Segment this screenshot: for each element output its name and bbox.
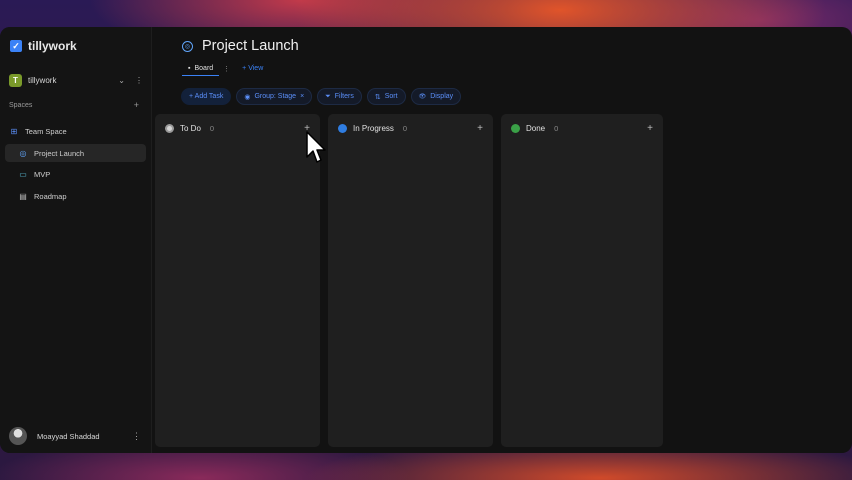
add-task-button[interactable]: + Add Task bbox=[181, 88, 232, 105]
add-space-button[interactable]: + bbox=[134, 101, 139, 110]
board-toolbar: + Add Task ◉ Group: Stage × ⏷ Filters ⇅ … bbox=[181, 88, 462, 105]
add-card-button[interactable]: + bbox=[477, 123, 483, 133]
grid-icon: ⊞ bbox=[10, 126, 18, 136]
user-menu[interactable]: Moayyad Shaddad ⋮ bbox=[9, 427, 141, 445]
status-dot-icon bbox=[511, 124, 520, 133]
close-icon[interactable]: × bbox=[300, 93, 304, 100]
app-window: ✓ tillywork T tillywork ⌄ ⋮ Spaces + ⊞ T… bbox=[0, 27, 852, 453]
add-card-button[interactable]: + bbox=[647, 123, 653, 133]
check-square-icon: ✓ bbox=[10, 40, 22, 52]
board-column-in-progress: In Progress 0 + bbox=[328, 114, 493, 447]
avatar bbox=[9, 427, 27, 445]
group-label: Group: Stage bbox=[254, 93, 297, 100]
column-header: To Do 0 + bbox=[165, 123, 310, 133]
column-count: 0 bbox=[209, 124, 215, 133]
column-count: 0 bbox=[554, 124, 559, 133]
sort-icon: ⇅ bbox=[374, 93, 381, 101]
view-tabs: ▪ Board ⋮ + View bbox=[182, 63, 275, 77]
sidebar: ✓ tillywork T tillywork ⌄ ⋮ Spaces + ⊞ T… bbox=[0, 27, 152, 453]
tab-board[interactable]: ▪ Board bbox=[182, 64, 220, 76]
column-title: In Progress bbox=[353, 124, 394, 133]
workspace-name: tillywork bbox=[28, 76, 57, 85]
board-column-to-do: To Do 0 + bbox=[155, 114, 320, 447]
filters-button[interactable]: ⏷ Filters bbox=[317, 88, 362, 105]
sort-button[interactable]: ⇅ Sort bbox=[366, 88, 406, 105]
page-header: ◎ Project Launch bbox=[182, 38, 299, 54]
more-vertical-icon[interactable]: ⋮ bbox=[132, 431, 141, 442]
board-column-done: Done 0 + bbox=[501, 114, 663, 447]
workspace-switcher[interactable]: T tillywork ⌄ ⋮ bbox=[9, 74, 143, 87]
group-by-button[interactable]: ◉ Group: Stage × bbox=[236, 88, 313, 105]
brand-name: tillywork bbox=[28, 39, 77, 53]
chevron-down-icon[interactable]: ⌄ bbox=[118, 76, 125, 85]
sidebar-item-team-space[interactable]: ⊞ Team Space bbox=[5, 122, 146, 140]
board-icon: ▭ bbox=[19, 169, 27, 179]
column-count: 0 bbox=[402, 124, 408, 133]
board-icon: ▪ bbox=[188, 64, 191, 72]
column-title: Done bbox=[526, 124, 546, 133]
group-icon: ◉ bbox=[244, 93, 251, 101]
eye-icon: 👁 bbox=[418, 94, 427, 100]
workspace-avatar: T bbox=[9, 74, 22, 87]
list-icon: ▤ bbox=[19, 191, 27, 201]
more-vertical-icon[interactable]: ⋮ bbox=[135, 76, 143, 85]
project-icon: ◎ bbox=[19, 148, 27, 158]
user-name: Moayyad Shaddad bbox=[37, 431, 100, 441]
add-view-button[interactable]: + View bbox=[234, 65, 275, 75]
status-dot-icon bbox=[165, 124, 174, 133]
sidebar-item-label: Project Launch bbox=[34, 148, 85, 158]
sidebar-item-label: Team Space bbox=[25, 126, 67, 136]
sort-label: Sort bbox=[384, 93, 398, 100]
tab-label: Board bbox=[194, 64, 214, 72]
brand[interactable]: ✓ tillywork bbox=[10, 39, 77, 53]
main-content: ◎ Project Launch ▪ Board ⋮ + View + Add … bbox=[152, 27, 852, 453]
spaces-header: Spaces + bbox=[9, 101, 139, 110]
display-button[interactable]: 👁 Display bbox=[410, 88, 462, 105]
tab-options-icon[interactable]: ⋮ bbox=[219, 65, 234, 76]
sidebar-item-roadmap[interactable]: ▤ Roadmap bbox=[5, 187, 146, 205]
page-title: Project Launch bbox=[202, 38, 299, 54]
project-icon: ◎ bbox=[182, 40, 193, 52]
mouse-pointer-icon bbox=[306, 131, 326, 163]
spaces-label: Spaces bbox=[9, 102, 33, 109]
column-header: In Progress 0 + bbox=[338, 123, 483, 133]
sidebar-item-mvp[interactable]: ▭ MVP bbox=[5, 165, 146, 183]
sidebar-item-label: Roadmap bbox=[34, 191, 67, 201]
sidebar-item-label: MVP bbox=[34, 169, 51, 179]
filters-label: Filters bbox=[334, 93, 354, 100]
display-label: Display bbox=[430, 93, 454, 100]
column-title: To Do bbox=[180, 124, 201, 133]
sidebar-item-project-launch[interactable]: ◎ Project Launch bbox=[5, 144, 146, 162]
column-header: Done 0 + bbox=[511, 123, 653, 133]
status-dot-icon bbox=[338, 124, 347, 133]
filter-icon: ⏷ bbox=[325, 92, 331, 100]
